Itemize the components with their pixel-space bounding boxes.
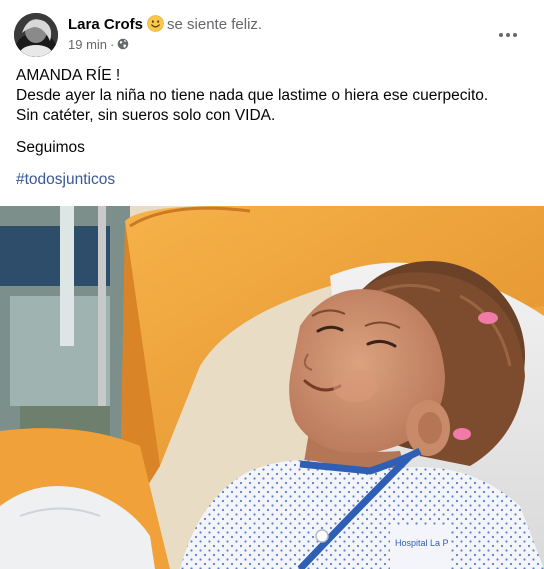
author-avatar[interactable] [14,13,58,57]
post-paragraph-2: Seguimos [16,139,85,156]
post-meta: 19 min · [68,37,129,53]
hashtag-link[interactable]: #todosjunticos [16,171,115,188]
post-line-1: AMANDA RÍE ! [16,67,121,84]
feeling-text: se siente feliz. [167,16,263,33]
post-line-3: Sin catéter, sin sueros solo con VIDA. [16,107,276,124]
facebook-post: Lara Crofs se siente feliz. 19 min · AMAN… [0,0,544,569]
more-horizontal-icon [499,33,517,37]
post-timestamp[interactable]: 19 min [68,37,107,52]
author-name[interactable]: Lara Crofs [68,16,143,33]
meta-separator: · [110,37,115,52]
post-options-button[interactable] [494,21,522,49]
post-text: AMANDA RÍE ! Desde ayer la niña no tiene… [16,66,531,190]
post-header: Lara Crofs se siente feliz. 19 min · [14,13,534,57]
globe-icon[interactable] [117,38,129,50]
gown-print-text: Hospital La P [395,538,449,548]
author-line: Lara Crofs se siente feliz. [68,15,262,34]
post-photo[interactable]: Hospital La P [0,206,544,569]
post-line-2: Desde ayer la niña no tiene nada que las… [16,87,489,104]
smiling-face-icon [147,15,164,32]
